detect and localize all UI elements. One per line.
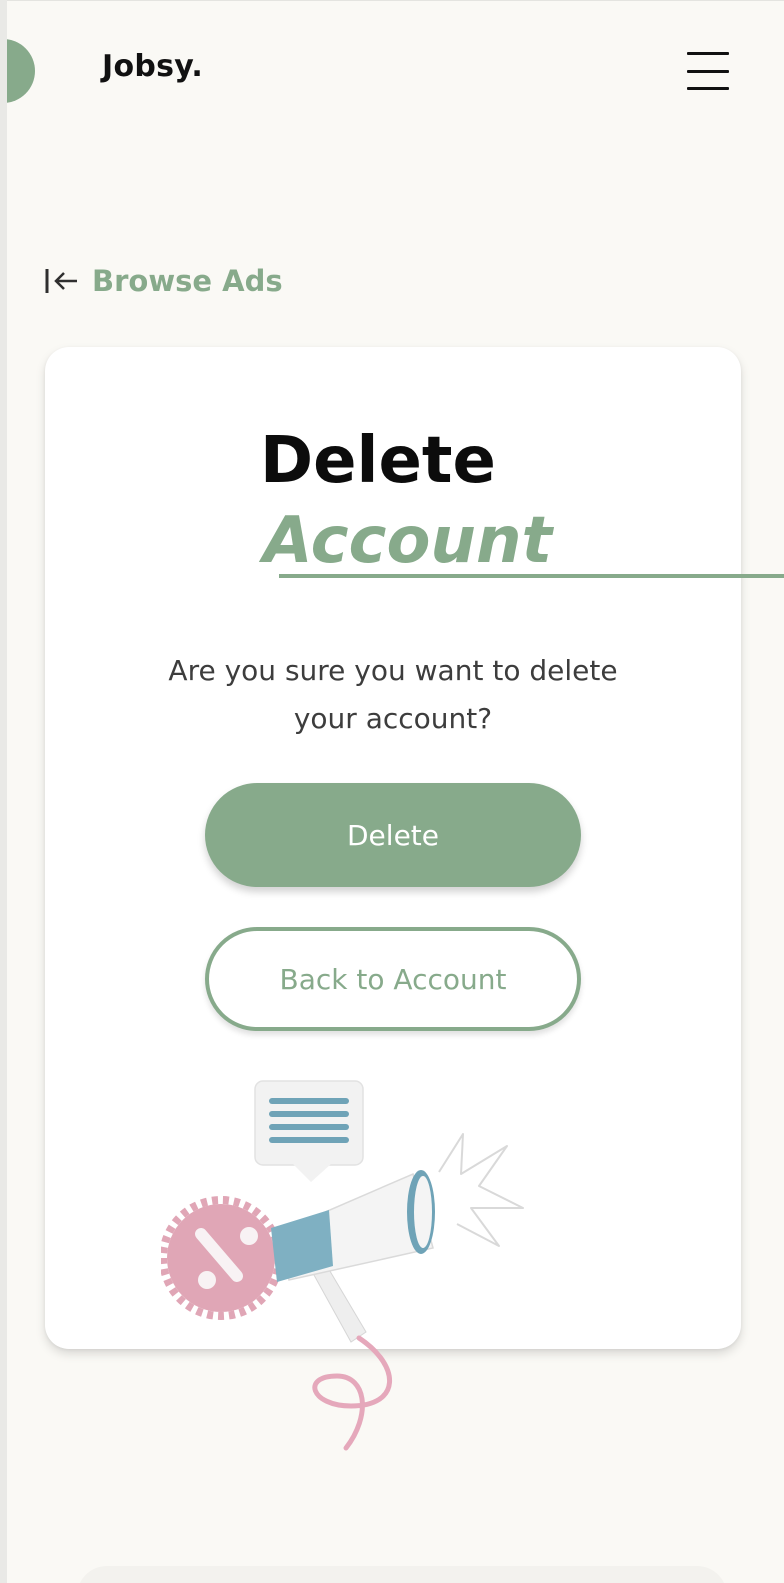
- megaphone-icon: [161, 1080, 524, 1451]
- title-underline: [279, 574, 784, 578]
- menu-bar: [687, 52, 729, 55]
- menu-bar: [687, 69, 729, 73]
- top-divider: [7, 0, 784, 1]
- arrow-left-to-bar-icon: [45, 269, 77, 293]
- logo[interactable]: Jobsy.: [102, 49, 203, 84]
- hamburger-menu-icon[interactable]: [687, 52, 729, 90]
- page-title-accent: Account: [263, 504, 553, 578]
- browse-ads-label: Browse Ads: [92, 264, 283, 298]
- confirmation-text: Are you sure you want to delete your acc…: [168, 654, 618, 735]
- page: Jobsy. Browse Ads Delete Account Are you…: [0, 0, 784, 1583]
- page-title: Delete: [260, 424, 496, 498]
- discount-badge-icon: [161, 1196, 283, 1320]
- speech-bubble-icon: [254, 1080, 364, 1182]
- logo-decoration: [7, 39, 35, 103]
- browse-ads-link[interactable]: Browse Ads: [44, 264, 283, 298]
- next-card-edge: [77, 1566, 727, 1583]
- delete-button[interactable]: Delete: [205, 783, 581, 887]
- menu-bar: [687, 87, 729, 90]
- back-to-account-button[interactable]: Back to Account: [205, 927, 581, 1031]
